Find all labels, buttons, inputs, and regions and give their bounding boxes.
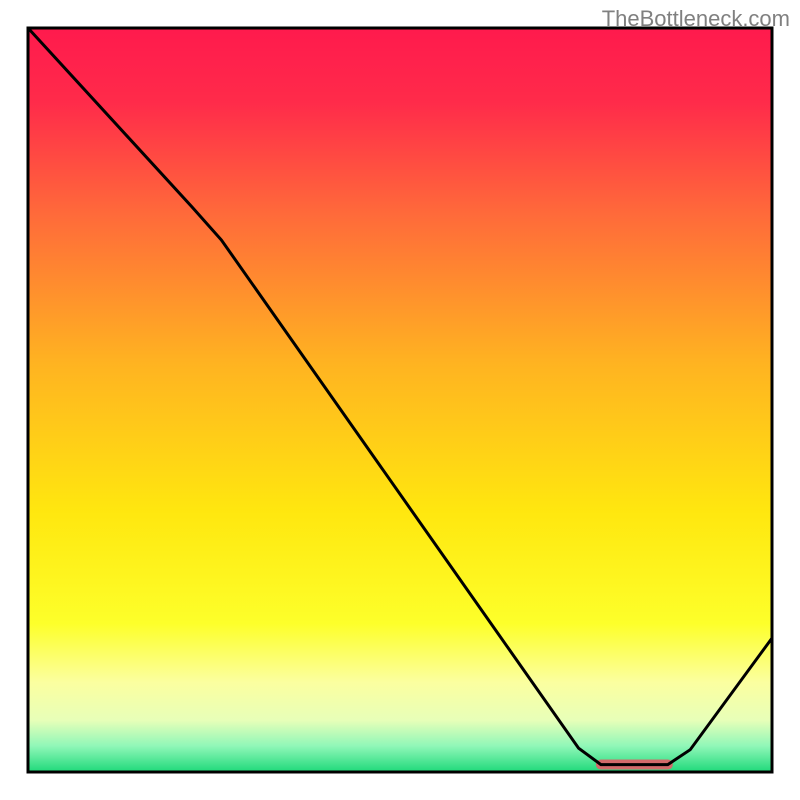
plot-background (28, 28, 772, 772)
bottleneck-chart (0, 0, 800, 800)
chart-container: TheBottleneck.com (0, 0, 800, 800)
attribution-text: TheBottleneck.com (602, 6, 790, 32)
